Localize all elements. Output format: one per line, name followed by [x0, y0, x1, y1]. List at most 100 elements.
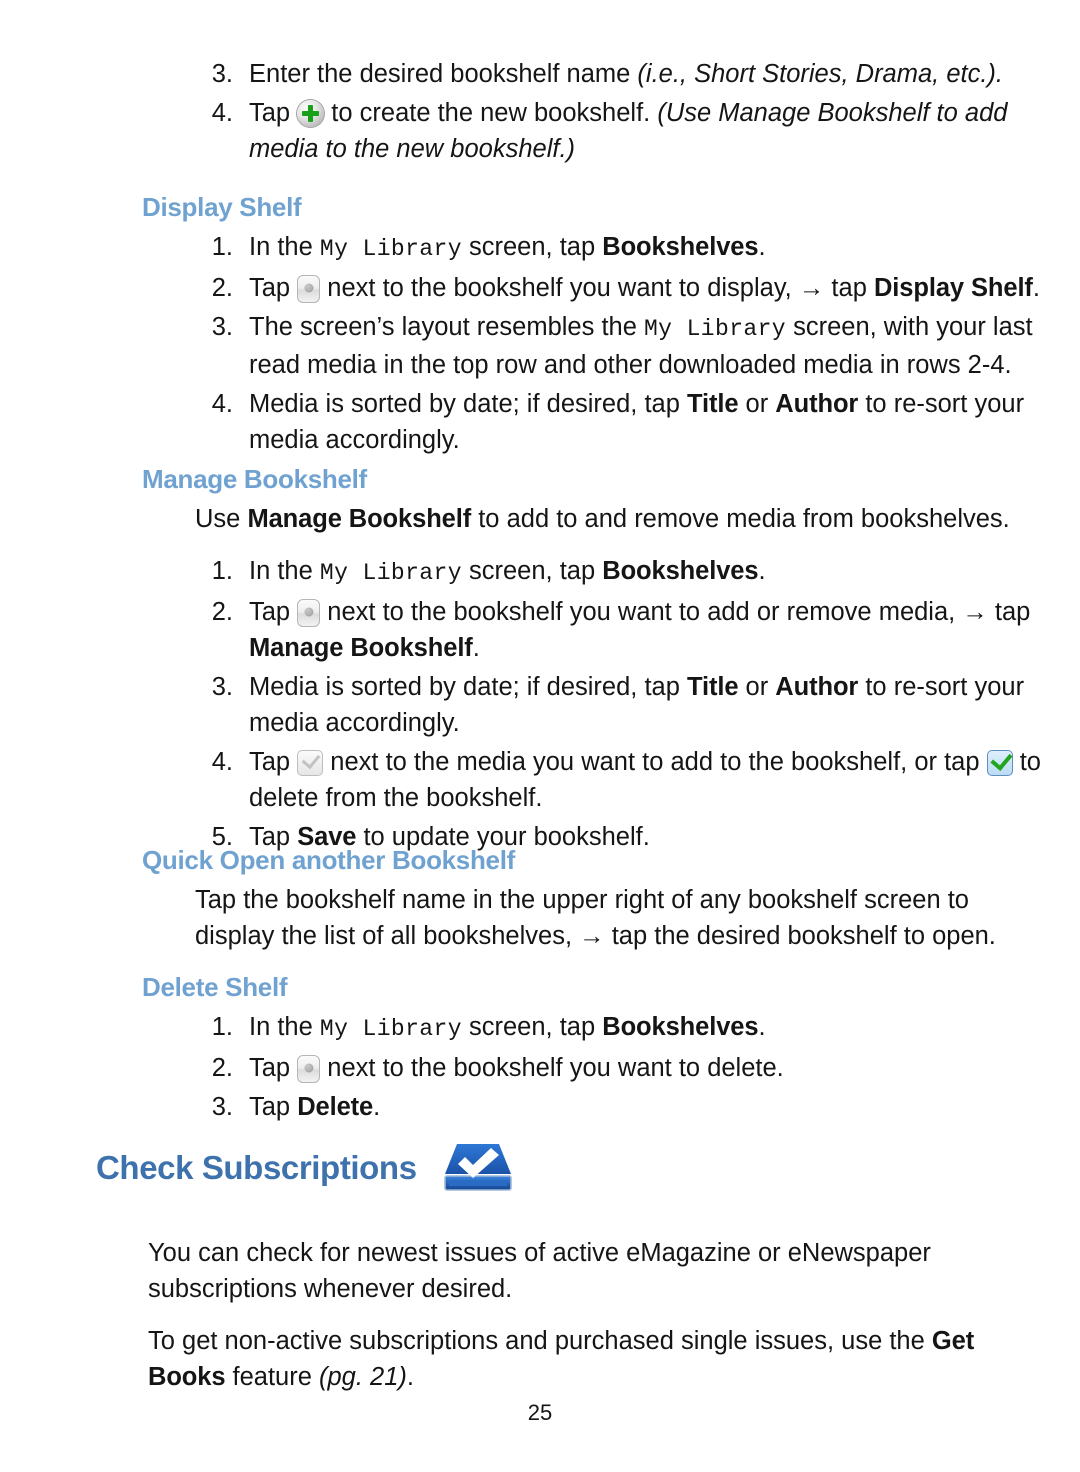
list-item: 4. Tap next to the media you want to add… — [195, 744, 1042, 816]
text-c: . — [758, 233, 766, 261]
bold-delete: Delete — [297, 1093, 374, 1121]
page-title: Check Subscriptions — [96, 1148, 417, 1186]
check-subscriptions-para-2: To get non-active subscriptions and purc… — [148, 1323, 1048, 1395]
page-number: 25 — [527, 1400, 553, 1425]
list-item: 3. Enter the desired bookshelf name (i.e… — [195, 56, 1035, 92]
text-b: screen, tap — [461, 557, 603, 585]
text-b: screen, tap — [461, 1013, 603, 1041]
list-text: Tap Delete. — [249, 1089, 1042, 1125]
bold-author: Author — [775, 673, 859, 701]
delete-shelf-steps: 1. In the My Library screen, tap Bookshe… — [195, 1009, 1042, 1125]
text-a: Tap — [249, 1054, 298, 1082]
list-number: 4. — [211, 390, 233, 418]
text-a: Tap — [249, 1093, 298, 1121]
checkmark-glyph — [990, 748, 1013, 771]
text-a: Media is sorted by date; if desired, tap — [249, 673, 687, 701]
check-drive-icon-svg — [443, 1144, 512, 1191]
list-text: The screen’s layout resembles the My Lib… — [249, 309, 1042, 383]
list-text: Tap next to the bookshelf you want to di… — [249, 270, 1042, 306]
checkmark-glyph — [301, 749, 321, 770]
my-library-label: My Library — [319, 236, 462, 262]
text-b: next to the media you want to add to the… — [323, 748, 987, 776]
list-number: 1. — [211, 557, 233, 585]
check-subscriptions-para-1: You can check for newest issues of activ… — [148, 1239, 931, 1303]
my-library-label: My Library — [643, 316, 787, 342]
list-item: 4. Media is sorted by date; if desired, … — [195, 386, 1042, 458]
bold-title: Title — [686, 673, 739, 701]
list-number: 3. — [211, 673, 233, 701]
list-text: Tap next to the bookshelf you want to de… — [249, 1050, 1042, 1086]
list-number: 4. — [211, 748, 233, 776]
text-a: In the — [249, 557, 320, 585]
bold-display-shelf: Display Shelf — [873, 274, 1033, 302]
subheading-manage-bookshelf: Manage Bookshelf — [142, 464, 367, 494]
text-b: next to the bookshelf you want to delete… — [320, 1054, 784, 1082]
list-item: 3. Media is sorted by date; if desired, … — [195, 669, 1042, 741]
list-number: 2. — [211, 1054, 233, 1082]
list-number: 2. — [211, 598, 233, 626]
check-subscriptions-body: You can check for newest issues of activ… — [148, 1235, 1048, 1395]
shelf-menu-icon — [297, 599, 321, 627]
step4-text-mid: to create the new bookshelf. — [324, 99, 658, 127]
section-check-subscriptions: Check Subscriptions You can check for ne… — [96, 1140, 1056, 1411]
document-page: 3. Enter the desired bookshelf name (i.e… — [0, 0, 1080, 1472]
bold-bookshelves: Bookshelves — [602, 557, 759, 585]
plus-circle-icon — [297, 100, 325, 127]
text-a: The screen’s layout resembles the — [249, 313, 644, 341]
list-number: 4. — [211, 99, 233, 127]
section-delete-shelf: Delete Shelf 1. In the My Library screen… — [142, 972, 1042, 1128]
text-c: . — [758, 557, 766, 585]
text-a: Tap — [249, 748, 298, 776]
section-display-shelf: Display Shelf 1. In the My Library scree… — [142, 192, 1042, 461]
bold-manage-bookshelf: Manage Bookshelf — [249, 634, 473, 662]
list-text: Tap next to the bookshelf you want to ad… — [249, 594, 1042, 666]
manage-bookshelf-steps: 1. In the My Library screen, tap Bookshe… — [195, 553, 1042, 855]
list-item: 2. Tap next to the bookshelf you want to… — [195, 594, 1042, 666]
text-c: . — [472, 634, 480, 662]
list-text: Enter the desired bookshelf name (i.e., … — [249, 56, 1035, 92]
text-c: . — [758, 1013, 766, 1041]
step3-text: Enter the desired bookshelf name — [249, 60, 638, 88]
text-b: to add to and remove media from bookshel… — [471, 505, 1010, 533]
subheading-display-shelf: Display Shelf — [142, 192, 302, 222]
step3-italic: (i.e., Short Stories, Drama, etc.). — [637, 60, 1004, 88]
text-c: . — [406, 1363, 414, 1391]
shelf-menu-icon — [297, 1055, 321, 1083]
list-item: 2. Tap next to the bookshelf you want to… — [195, 1050, 1042, 1086]
text-a: Tap — [249, 598, 298, 626]
list-text: Tap to create the new bookshelf. (Use Ma… — [249, 95, 1035, 167]
check-drive-icon — [443, 1140, 513, 1195]
list-item: 3. The screen’s layout resembles the My … — [195, 309, 1042, 383]
list-item: 1. In the My Library screen, tap Bookshe… — [195, 229, 1042, 267]
display-shelf-steps: 1. In the My Library screen, tap Bookshe… — [195, 229, 1042, 458]
text-a: To get non-active subscriptions and purc… — [148, 1327, 932, 1355]
list-text: Tap next to the media you want to add to… — [249, 744, 1042, 816]
bold-bookshelves: Bookshelves — [602, 233, 759, 261]
text-b: . — [373, 1093, 381, 1121]
bold-bookshelves: Bookshelves — [602, 1013, 759, 1041]
step4-text-pre: Tap — [249, 99, 298, 127]
text-b: screen, tap — [461, 233, 603, 261]
quick-open-body: Tap the bookshelf name in the upper righ… — [195, 886, 996, 950]
list-item: 1. In the My Library screen, tap Bookshe… — [195, 1009, 1042, 1047]
text-a: Use — [195, 505, 248, 533]
list-item: 1. In the My Library screen, tap Bookshe… — [195, 553, 1042, 591]
list-number: 1. — [211, 233, 233, 261]
bold-manage-bookshelf: Manage Bookshelf — [247, 505, 472, 533]
list-item: 4. Tap to create the new bookshelf. (Use… — [195, 95, 1035, 167]
list-text: Media is sorted by date; if desired, tap… — [249, 386, 1042, 458]
italic-page-ref: (pg. 21) — [319, 1363, 407, 1391]
list-number: 3. — [211, 1093, 233, 1121]
shelf-menu-icon — [297, 275, 321, 303]
manage-bookshelf-intro: Use Manage Bookshelf to add to and remov… — [195, 501, 1042, 537]
bold-author: Author — [775, 390, 859, 418]
text-b: next to the bookshelf you want to displa… — [320, 274, 874, 302]
list-item: 3. Tap Delete. — [195, 1089, 1042, 1125]
text-b: next to the bookshelf you want to add or… — [320, 598, 1031, 626]
my-library-label: My Library — [319, 1016, 462, 1042]
check-subscriptions-heading-row: Check Subscriptions — [96, 1140, 1056, 1195]
checkbox-grey-icon — [297, 749, 324, 776]
list-number: 2. — [211, 274, 233, 302]
list-number: 3. — [211, 313, 233, 341]
list-text: In the My Library screen, tap Bookshelve… — [249, 229, 1042, 267]
